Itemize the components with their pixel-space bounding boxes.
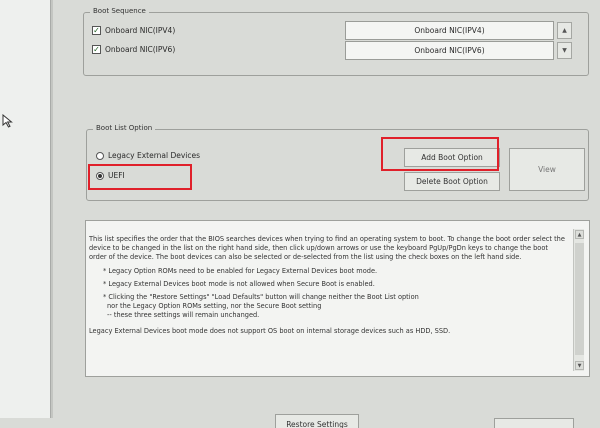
help-bullet-continued: -- these three settings will remain unch… <box>107 311 260 320</box>
boot-sequence-legend: Boot Sequence <box>90 7 149 15</box>
chevron-down-icon: ▼ <box>562 47 567 54</box>
add-boot-option-highlight-box <box>381 137 499 171</box>
help-bullet: * Legacy External Devices boot mode is n… <box>103 279 375 288</box>
boot-order-item-ipv4[interactable]: Onboard NIC(IPV4) <box>345 21 554 40</box>
radio-button[interactable] <box>96 151 104 160</box>
boot-item-ipv6[interactable]: ✓ Onboard NIC(IPV6) <box>92 45 175 54</box>
help-text-panel: This list specifies the order that the B… <box>85 220 590 377</box>
mouse-pointer-icon <box>2 114 13 128</box>
footer-button-partial[interactable] <box>494 418 574 428</box>
restore-settings-button[interactable]: Restore Settings <box>275 414 359 428</box>
boot-item-label: Onboard NIC(IPV4) <box>105 26 176 35</box>
panel-divider <box>51 0 53 418</box>
boot-item-label: Onboard NIC(IPV6) <box>105 45 176 54</box>
checkbox-ipv6[interactable]: ✓ <box>92 45 101 54</box>
help-scrollbar[interactable]: ▲ ▼ <box>573 229 584 371</box>
help-text: This list specifies the order that the B… <box>89 235 567 336</box>
boot-order-label: Onboard NIC(IPV6) <box>414 46 485 55</box>
help-paragraph-end: Legacy External Devices boot mode does n… <box>89 326 451 335</box>
scroll-up-icon[interactable]: ▲ <box>575 230 584 239</box>
help-bullet: * Legacy Option ROMs need to be enabled … <box>103 266 378 275</box>
restore-settings-label: Restore Settings <box>286 420 348 428</box>
radio-legacy-external[interactable]: Legacy External Devices <box>96 151 200 160</box>
checkbox-ipv4[interactable]: ✓ <box>92 26 101 35</box>
boot-order-item-ipv6[interactable]: Onboard NIC(IPV6) <box>345 41 554 60</box>
boot-list-option-legend: Boot List Option <box>93 124 156 132</box>
help-bullet-continued: nor the Legacy Option ROMs setting, nor … <box>107 302 322 311</box>
delete-boot-option-button[interactable]: Delete Boot Option <box>404 172 500 191</box>
help-bullet: * Clicking the "Restore Settings" "Load … <box>103 293 419 302</box>
chevron-up-icon: ▲ <box>562 27 567 34</box>
view-button[interactable]: View <box>509 148 585 191</box>
help-paragraph: This list specifies the order that the B… <box>89 235 565 262</box>
left-nav-panel <box>0 0 53 418</box>
move-down-button[interactable]: ▼ <box>557 42 572 59</box>
radio-label: Legacy External Devices <box>108 151 201 160</box>
scroll-thumb[interactable] <box>575 243 584 355</box>
move-up-button[interactable]: ▲ <box>557 22 572 39</box>
delete-boot-option-label: Delete Boot Option <box>416 177 488 186</box>
scroll-down-icon[interactable]: ▼ <box>575 361 584 370</box>
uefi-highlight-box <box>88 164 192 190</box>
view-label: View <box>538 165 556 174</box>
boot-order-label: Onboard NIC(IPV4) <box>414 26 485 35</box>
boot-item-ipv4[interactable]: ✓ Onboard NIC(IPV4) <box>92 26 175 35</box>
